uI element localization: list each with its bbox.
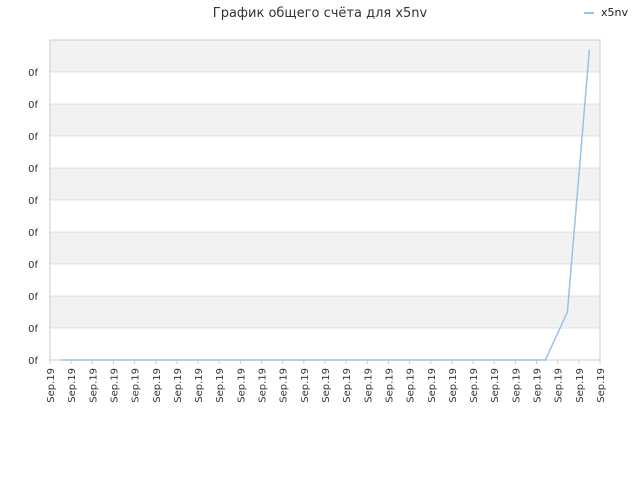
x-tick-label: Sep.19 [215,368,226,403]
grid-band [50,136,600,168]
x-tick-label: Sep.19 [533,368,544,403]
x-tick-label: Sep.19 [596,368,607,403]
x-tick-label: Sep.19 [427,368,438,403]
y-tick-label: 0f [28,100,38,111]
x-tick-label: Sep.19 [554,368,565,403]
y-tick-label: 0f [28,196,38,207]
x-tick-label: Sep.19 [363,368,374,403]
y-tick-label: 0f [28,324,38,335]
x-tick-label: Sep.19 [511,368,522,403]
x-tick-label: Sep.19 [173,368,184,403]
x-tick-label: Sep.19 [300,368,311,403]
y-tick-label: 0f [28,68,38,79]
grid-band [50,328,600,360]
x-tick-label: Sep.19 [575,368,586,403]
x-tick-label: Sep.19 [131,368,142,403]
y-tick-label: 0f [28,356,38,367]
x-tick-label: Sep.19 [406,368,417,403]
x-tick-label: Sep.19 [448,368,459,403]
grid-band [50,168,600,200]
x-tick-label: Sep.19 [321,368,332,403]
y-tick-label: 0f [28,132,38,143]
x-tick-label: Sep.19 [152,368,163,403]
grid-band [50,264,600,296]
x-tick-label: Sep.19 [67,368,78,403]
x-tick-label: Sep.19 [236,368,247,403]
x-tick-label: Sep.19 [342,368,353,403]
y-tick-label: 0f [28,260,38,271]
x-tick-label: Sep.19 [46,368,57,403]
x-tick-label: Sep.19 [194,368,205,403]
x-tick-label: Sep.19 [469,368,480,403]
y-tick-label: 0f [28,164,38,175]
grid-band [50,72,600,104]
x-tick-label: Sep.19 [279,368,290,403]
y-tick-label: 0f [28,228,38,239]
x-tick-label: Sep.19 [490,368,501,403]
grid-band [50,40,600,72]
y-tick-label: 0f [28,292,38,303]
grid-band [50,104,600,136]
x-tick-label: Sep.19 [384,368,395,403]
x-tick-label: Sep.19 [109,368,120,403]
x-tick-label: Sep.19 [88,368,99,403]
grid-band [50,296,600,328]
line-chart: 0f 0f 0f 0f 0f 0f 0f 0f 0f 0f Sep.19 Sep.19 Sep.19 Se… [28,39,607,403]
grid-band [50,200,600,232]
grid-band [50,232,600,264]
x-tick-label: Sep.19 [258,368,269,403]
